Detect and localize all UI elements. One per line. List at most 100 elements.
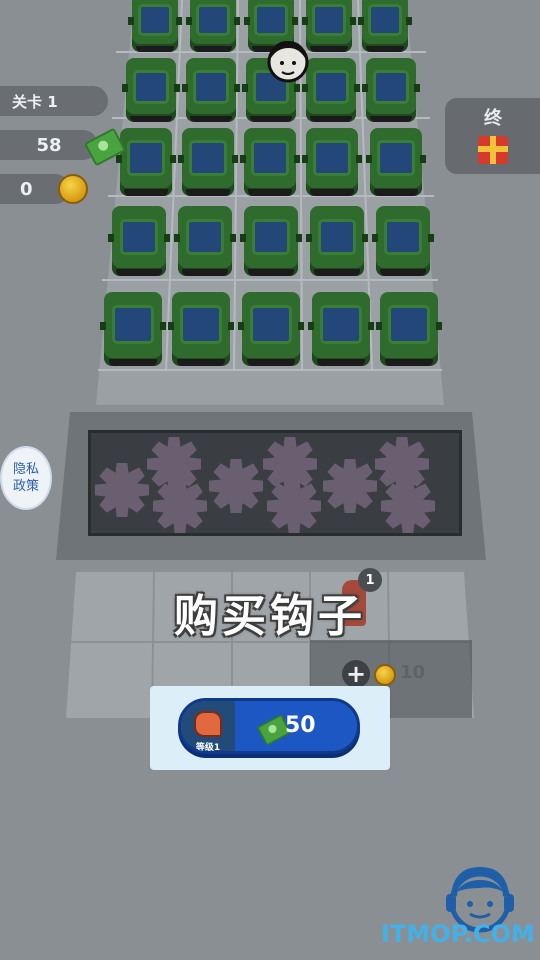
buy-hook-label: 购买钩子 <box>174 591 366 642</box>
car-windshield <box>313 140 351 177</box>
car[interactable] <box>168 292 234 366</box>
car-mirror <box>238 321 244 330</box>
car-bumper <box>316 358 366 366</box>
hook-icon <box>194 711 222 737</box>
car-mirror <box>366 155 372 164</box>
car-windshield <box>313 69 349 104</box>
car-windshield <box>312 4 346 36</box>
car[interactable] <box>302 128 362 196</box>
level-indicator: 关卡 1 <box>0 86 108 116</box>
car-mirror <box>242 83 248 92</box>
car-mirror <box>122 83 128 92</box>
car-bumper <box>124 189 168 196</box>
car-mirror <box>308 321 314 330</box>
car-mirror <box>244 17 250 26</box>
car-mirror <box>362 234 368 242</box>
car-mirror <box>234 83 240 92</box>
car-bumper <box>310 189 354 196</box>
car-windshield <box>112 305 154 344</box>
car[interactable] <box>302 58 360 122</box>
coin-icon <box>58 174 88 204</box>
buy-price: 50 <box>285 713 316 738</box>
car-windshield <box>193 69 229 104</box>
car-mirror <box>302 17 308 26</box>
car-mirror <box>350 17 356 26</box>
car[interactable] <box>186 0 240 52</box>
car-mirror <box>108 234 114 242</box>
buy-hook-button[interactable]: 等级1 50 <box>178 698 360 754</box>
car-bumper <box>186 189 230 196</box>
car[interactable] <box>182 58 240 122</box>
car-bumper <box>384 358 434 366</box>
car-mirror <box>420 155 426 164</box>
car[interactable] <box>240 206 302 276</box>
car-bumper <box>314 269 360 276</box>
car-bumper <box>248 269 294 276</box>
game-scene: 关卡 1 58 0 终 隐私 政策 1 + 10 购买钩子 等级1 50 ITM… <box>0 0 540 960</box>
crusher-pit <box>88 430 462 536</box>
car-bumper <box>309 46 349 52</box>
plus-icon[interactable]: + <box>342 660 370 688</box>
car[interactable] <box>108 206 170 276</box>
car-windshield <box>138 4 172 36</box>
car-mirror <box>240 155 246 164</box>
car-mirror <box>160 321 166 330</box>
car-bumper <box>380 269 426 276</box>
car-mirror <box>232 155 238 164</box>
car-windshield <box>189 140 227 177</box>
privacy-label-line1: 隐私 <box>12 462 39 477</box>
car-bumper <box>182 269 228 276</box>
car-mirror <box>240 234 246 242</box>
car-windshield <box>383 218 423 256</box>
car-windshield <box>133 69 169 104</box>
car-mirror <box>414 83 420 92</box>
car-mirror <box>356 155 362 164</box>
gear <box>153 479 207 533</box>
car[interactable] <box>366 128 426 196</box>
gear <box>381 479 435 533</box>
car-windshield <box>320 305 362 344</box>
car[interactable] <box>376 292 442 366</box>
car-bumper <box>130 115 172 122</box>
car-windshield <box>254 4 288 36</box>
gear <box>323 459 377 513</box>
car[interactable] <box>240 128 300 196</box>
car-mirror <box>170 155 176 164</box>
privacy-policy-button[interactable]: 隐私 政策 <box>2 448 50 508</box>
car-mirror <box>376 321 382 330</box>
car[interactable] <box>178 128 238 196</box>
car-mirror <box>100 321 106 330</box>
car[interactable] <box>372 206 434 276</box>
car[interactable] <box>306 206 368 276</box>
car[interactable] <box>116 128 176 196</box>
gear <box>267 479 321 533</box>
watermark: ITMOP.COM <box>381 920 535 948</box>
car-mirror <box>406 17 412 26</box>
car-mirror <box>178 155 184 164</box>
car[interactable] <box>100 292 166 366</box>
car-mirror <box>354 83 360 92</box>
car-bumper <box>374 189 418 196</box>
car[interactable] <box>362 58 420 122</box>
car[interactable] <box>174 206 236 276</box>
car[interactable] <box>128 0 182 52</box>
car[interactable] <box>308 292 374 366</box>
car[interactable] <box>122 58 180 122</box>
car-mirror <box>296 234 302 242</box>
car-mirror <box>164 234 170 242</box>
car-mirror <box>182 83 188 92</box>
cash-value: 58 <box>36 134 62 156</box>
car[interactable] <box>358 0 412 52</box>
gear <box>375 437 429 491</box>
gear <box>95 463 149 517</box>
privacy-label-line2: 政策 <box>12 479 39 494</box>
car-windshield <box>251 140 289 177</box>
car[interactable] <box>238 292 304 366</box>
car-bumper <box>250 115 292 122</box>
car-bumper <box>135 46 175 52</box>
car-mirror <box>186 17 192 26</box>
car-mirror <box>362 83 368 92</box>
gift-icon <box>478 136 508 164</box>
car-windshield <box>388 305 430 344</box>
car-bumper <box>310 115 352 122</box>
